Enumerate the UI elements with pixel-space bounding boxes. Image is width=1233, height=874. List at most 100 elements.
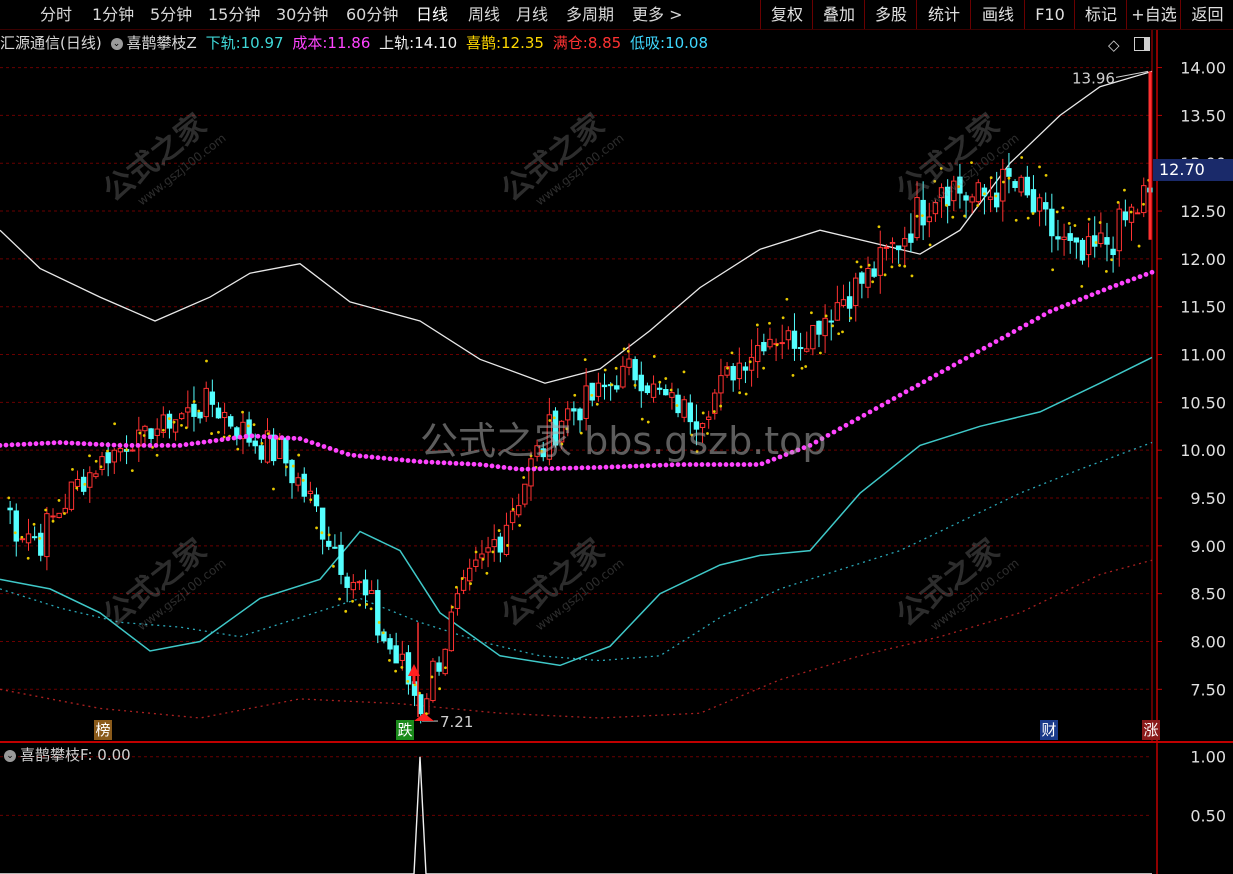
candle-body	[350, 581, 356, 591]
tab-4[interactable]: 30分钟	[276, 0, 328, 29]
xique-dot	[898, 264, 901, 267]
xique-dot	[903, 264, 907, 268]
toolbar-button-2[interactable]: 多股	[864, 0, 917, 29]
xique-dot	[804, 365, 808, 368]
tab-10[interactable]: 更多 >	[632, 0, 683, 29]
toolbar-button-0[interactable]: 复权	[760, 0, 813, 29]
cost-dot	[945, 365, 951, 371]
toolbar-button-3[interactable]: 统计	[916, 0, 971, 29]
tab-6[interactable]: 日线	[416, 0, 448, 29]
xique-dot	[652, 355, 656, 358]
cost-dot	[1059, 304, 1065, 310]
toolbar-button-1[interactable]: 叠加	[812, 0, 865, 29]
candle-body	[179, 413, 185, 420]
cost-dot	[105, 442, 111, 448]
tab-7[interactable]: 周线	[468, 0, 500, 29]
cost-dot	[1137, 274, 1143, 280]
xique-dot	[1104, 269, 1108, 273]
candle-body	[1067, 233, 1073, 241]
lower-label: 下轨:	[205, 34, 241, 52]
xique-dot	[1137, 244, 1141, 248]
xique-dot	[682, 370, 686, 374]
sub-settings-circle-icon[interactable]: ⌄	[4, 749, 16, 762]
indicator-info-bar: 汇源通信(日线) ⌄ 喜鹊攀枝Z 下轨:10.97 成本:11.86 上轨:14.…	[0, 32, 1150, 54]
settings-circle-icon[interactable]: ⌄	[110, 37, 123, 50]
cost-dot	[189, 441, 195, 447]
candle-body	[368, 590, 375, 594]
candle-body	[185, 407, 191, 413]
xique-dot	[951, 215, 955, 219]
xique-dot	[332, 564, 335, 568]
xique-dot	[497, 529, 501, 532]
xique-dot	[945, 203, 948, 207]
xique-dot	[1014, 218, 1018, 222]
candle-body	[987, 196, 994, 200]
cost-dot	[927, 376, 933, 381]
cost-dot	[363, 454, 369, 459]
candle-body	[669, 392, 675, 398]
candle-body	[865, 267, 871, 288]
tab-1[interactable]: 1分钟	[92, 0, 134, 29]
candle-body	[1073, 237, 1080, 243]
candle-body	[816, 320, 822, 335]
xique-dot	[748, 360, 752, 364]
diamond-icon[interactable]: ◇	[1108, 36, 1120, 54]
low-annotation: 7.21	[440, 713, 473, 731]
candle-body	[748, 356, 755, 371]
tab-3[interactable]: 15分钟	[208, 0, 260, 29]
cost-dot	[1065, 301, 1071, 307]
panel-toggle-icon[interactable]	[1134, 37, 1150, 51]
xique-dot	[859, 265, 863, 269]
xique-dot	[57, 499, 61, 502]
upper-value: 14.10	[414, 34, 458, 52]
candle-body	[19, 538, 26, 541]
candle-body	[129, 449, 136, 452]
cost-dot	[51, 440, 57, 446]
candle-body	[595, 382, 602, 397]
tab-2[interactable]: 5分钟	[150, 0, 192, 29]
tab-8[interactable]: 月线	[516, 0, 548, 29]
cost-dot	[183, 442, 189, 447]
sub-indicator-name[interactable]: 喜鹊攀枝F	[20, 746, 87, 764]
candle-body	[1030, 189, 1037, 213]
candle-body	[895, 245, 902, 251]
xique-dot	[1067, 221, 1071, 225]
xique-dot	[989, 176, 993, 180]
candle-body	[338, 544, 344, 575]
cost-dot	[225, 436, 231, 442]
cost-dot	[831, 429, 837, 435]
candle-body	[44, 513, 50, 558]
toolbar-button-4[interactable]: 画线	[970, 0, 1025, 29]
toolbar-button-7[interactable]: +自选	[1126, 0, 1181, 29]
cost-dot	[405, 458, 411, 463]
indicator-name[interactable]: 喜鹊攀枝Z	[127, 34, 197, 52]
cost-value: 11.86	[327, 34, 371, 52]
tab-0[interactable]: 分时	[40, 0, 72, 29]
toolbar-button-5[interactable]: F10	[1024, 0, 1075, 29]
candle-body	[810, 324, 816, 350]
cost-dot	[327, 446, 333, 451]
cost-dot	[1071, 299, 1077, 305]
candle-body	[650, 383, 657, 398]
xique-dot	[511, 507, 515, 511]
tab-5[interactable]: 60分钟	[346, 0, 398, 29]
xique-dot	[841, 330, 844, 334]
toolbar-button-6[interactable]: 标记	[1074, 0, 1127, 29]
toolbar-button-8[interactable]: 返回	[1180, 0, 1233, 29]
candle-body	[228, 416, 234, 427]
candle-body	[332, 546, 338, 549]
cost-dot	[279, 435, 285, 441]
candle-body	[68, 481, 75, 510]
cost-dot	[411, 458, 417, 464]
cost-dot	[957, 359, 963, 365]
xique-dot	[1002, 180, 1005, 184]
xique-dot	[877, 225, 881, 229]
cost-dot	[93, 441, 99, 447]
cost-dot	[861, 412, 867, 418]
candle-body	[742, 366, 749, 371]
candle-body	[1079, 239, 1086, 261]
xique-dot	[491, 550, 495, 554]
xique-label: 喜鹊:	[465, 34, 502, 52]
stock-name[interactable]: 汇源通信(日线)	[0, 34, 102, 52]
tab-9[interactable]: 多周期	[566, 0, 614, 29]
